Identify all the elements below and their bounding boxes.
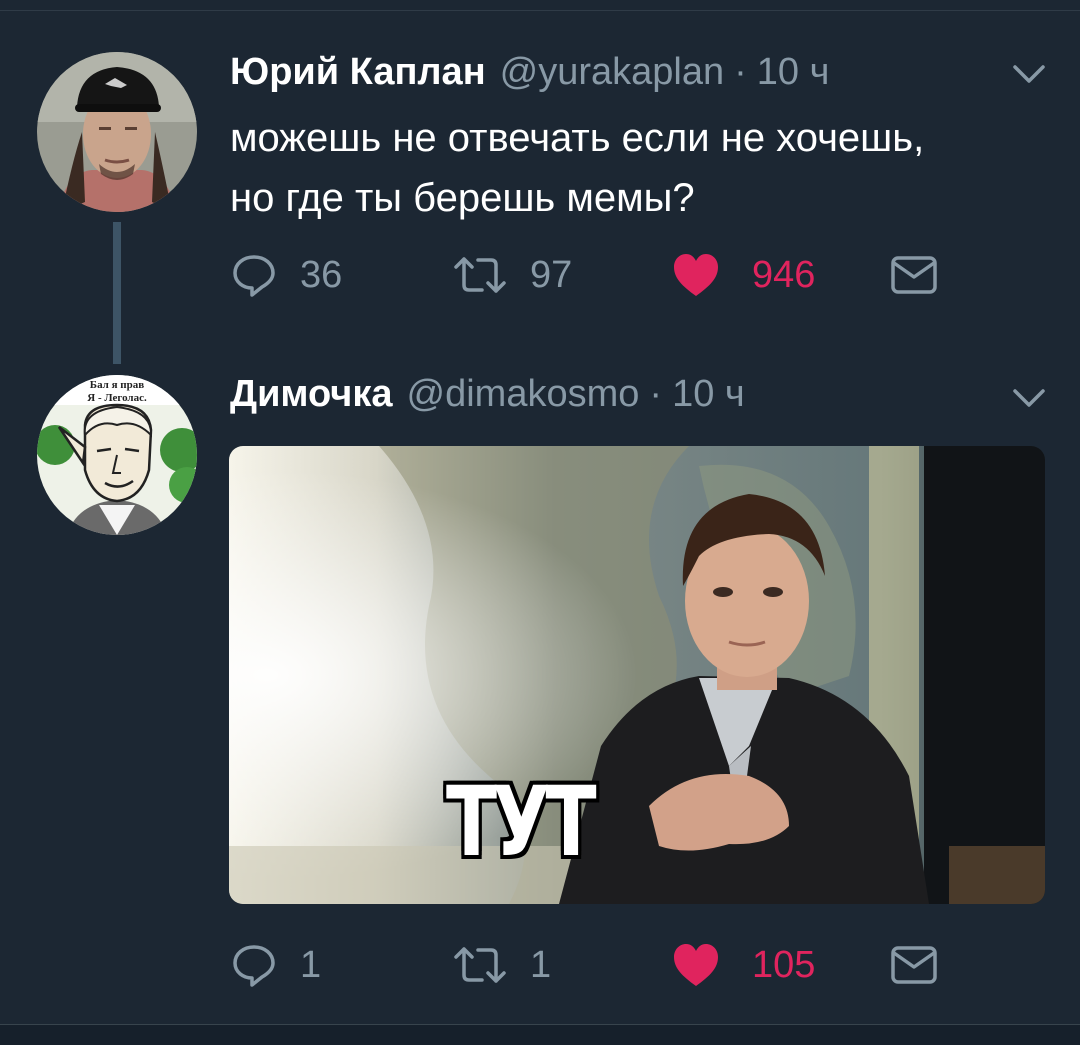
- tweet-text: можешь не отвечать если не хочешь, но гд…: [230, 108, 1050, 228]
- reply-count: 1: [300, 943, 322, 986]
- like-button[interactable]: 105: [672, 940, 815, 990]
- top-divider: [0, 0, 1080, 11]
- avatar-caption-line: Бал я прав: [90, 379, 144, 391]
- thread-connector: [113, 222, 121, 364]
- separator-dot: ·: [649, 373, 663, 415]
- like-count: 105: [752, 943, 816, 986]
- direct-message-button[interactable]: [890, 250, 938, 300]
- retweet-icon: [454, 947, 506, 983]
- retweet-count: 1: [530, 943, 552, 986]
- message-icon: [891, 946, 937, 984]
- avatar-caption-line: Я - Леголас.: [87, 392, 147, 404]
- tweet-header: Димочка @dimakosmo · 10 ч: [230, 372, 745, 416]
- meme-caption: ТУТ: [446, 766, 597, 878]
- tweet-media-image[interactable]: [229, 446, 1045, 904]
- like-button[interactable]: 946: [672, 250, 815, 300]
- avatar-yurakaplan[interactable]: [37, 52, 197, 212]
- avatar-cartoon: Бал я прав Я - Леголас.: [37, 375, 197, 535]
- reply-button[interactable]: 36: [230, 250, 342, 300]
- message-icon: [891, 256, 937, 294]
- meme-image: [229, 446, 1045, 904]
- avatar-dimakosmo[interactable]: Бал я прав Я - Леголас.: [37, 375, 197, 535]
- heart-icon: [674, 254, 718, 296]
- chevron-down-icon[interactable]: [1012, 387, 1046, 409]
- avatar-photo: [37, 52, 197, 212]
- separator-dot: ·: [734, 51, 747, 93]
- reply-button[interactable]: 1: [230, 940, 321, 990]
- retweet-button[interactable]: 1: [452, 940, 551, 990]
- retweet-button[interactable]: 97: [452, 250, 572, 300]
- tweet-actions: 1 1 105: [230, 940, 950, 990]
- tweet-header: Юрий Каплан @yurakaplan · 10 ч: [230, 50, 829, 94]
- retweet-count: 97: [530, 253, 573, 296]
- author-handle[interactable]: @yurakaplan: [500, 50, 724, 94]
- reply-icon: [233, 945, 275, 987]
- reply-count: 36: [300, 253, 343, 296]
- heart-icon: [674, 944, 718, 986]
- retweet-icon: [454, 257, 506, 293]
- tweet-text-line: но где ты берешь мемы?: [230, 176, 695, 220]
- author-name[interactable]: Димочка: [230, 372, 393, 416]
- reply-icon: [233, 255, 275, 297]
- author-handle[interactable]: @dimakosmo: [407, 372, 640, 416]
- tweet-text-line: можешь не отвечать если не хочешь,: [230, 116, 925, 160]
- like-count: 946: [752, 253, 816, 296]
- tweet-timestamp[interactable]: 10 ч: [757, 50, 830, 94]
- tweet-timestamp[interactable]: 10 ч: [672, 372, 745, 416]
- bottom-divider: [0, 1024, 1080, 1045]
- tweet-actions: 36 97 946: [230, 250, 950, 300]
- direct-message-button[interactable]: [890, 940, 938, 990]
- chevron-down-icon[interactable]: [1012, 63, 1046, 85]
- author-name[interactable]: Юрий Каплан: [230, 50, 486, 94]
